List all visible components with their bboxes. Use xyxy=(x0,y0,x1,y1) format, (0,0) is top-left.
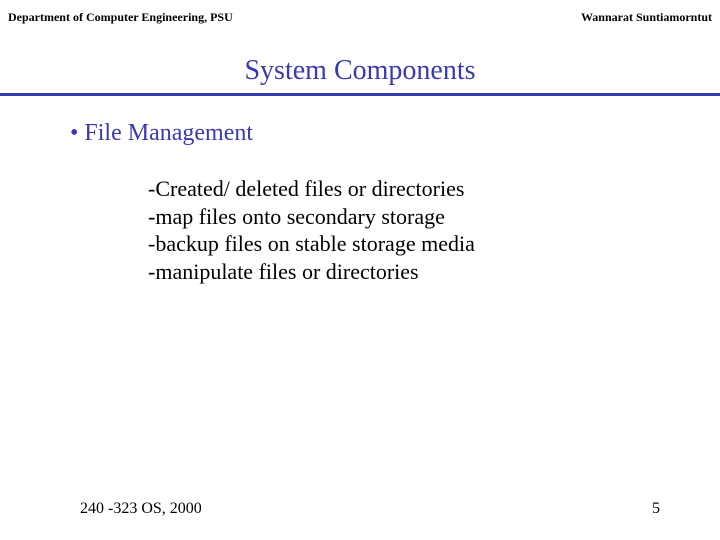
content-area: • File Management -Created/ deleted file… xyxy=(0,96,720,285)
header-right: Wannarat Suntiamorntut xyxy=(581,10,712,25)
footer: 240 -323 OS, 2000 5 xyxy=(0,500,720,518)
header-left: Department of Computer Engineering, PSU xyxy=(8,10,233,25)
slide-title: System Components xyxy=(0,55,720,87)
footer-right: 5 xyxy=(652,500,660,518)
sub-list: -Created/ deleted files or directories -… xyxy=(148,175,670,285)
list-item: -Created/ deleted files or directories xyxy=(148,175,670,203)
header-row: Department of Computer Engineering, PSU … xyxy=(0,0,720,25)
list-item: -manipulate files or directories xyxy=(148,258,670,286)
footer-left: 240 -323 OS, 2000 xyxy=(80,500,202,518)
list-item: -backup files on stable storage media xyxy=(148,230,670,258)
bullet-heading: • File Management xyxy=(70,120,670,147)
list-item: -map files onto secondary storage xyxy=(148,203,670,231)
